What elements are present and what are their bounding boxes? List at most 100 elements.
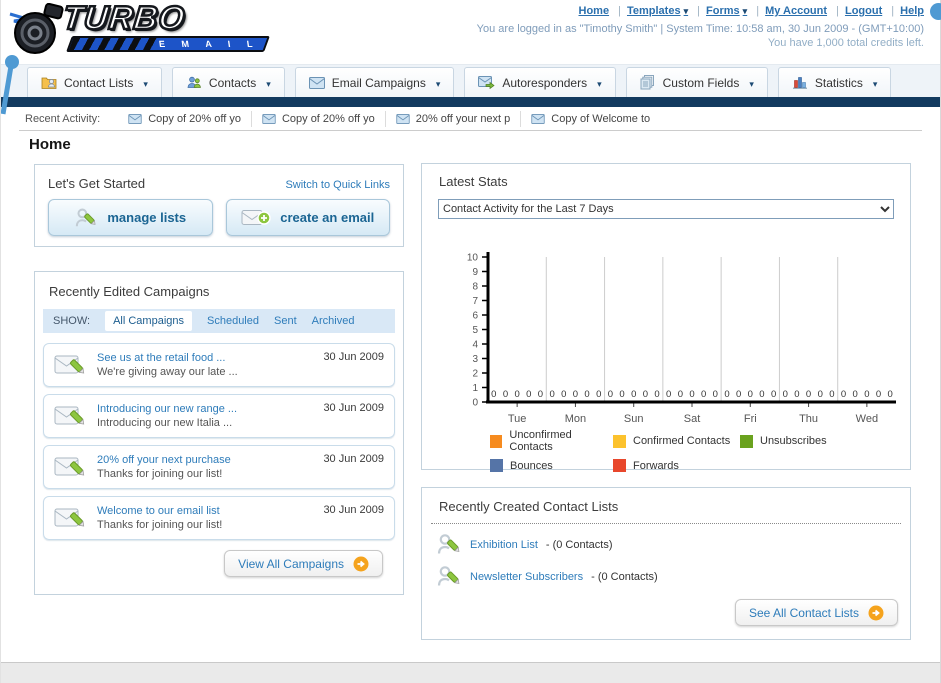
tab-autoresponders[interactable]: Autoresponders [464,67,616,97]
tab-email-campaigns[interactable]: Email Campaigns [294,67,455,97]
campaign-subtitle: Thanks for joining our list! [97,519,223,531]
campaign-subtitle: Introducing our new Italia ... [97,417,233,429]
legend-item: Bounces [490,459,613,472]
svg-text:0: 0 [841,389,846,400]
recent-campaigns-panel: Recently Edited Campaigns SHOW: All Camp… [34,271,404,595]
campaign-filter-link[interactable]: All Campaigns [105,311,192,331]
contact-list-name-link[interactable]: Newsletter Subscribers [470,571,583,583]
contact-lists-icon [41,77,57,89]
dropdown-arrow-icon [870,76,878,90]
campaign-row[interactable]: 20% off your next purchase Thanks for jo… [43,445,395,489]
nav-separator: | [697,5,701,17]
envelope-icon [128,113,142,124]
email-campaigns-icon [308,76,325,89]
campaign-date: 30 Jun 2009 [323,453,384,465]
logo-wordmark: TURBO [60,0,189,37]
header-nav-link[interactable]: Templates [627,5,688,17]
header-nav-link[interactable]: Forms [706,5,747,17]
svg-text:0: 0 [759,389,764,400]
svg-text:Sun: Sun [624,413,644,425]
campaign-title-link[interactable]: Introducing our new range ... [97,402,314,416]
campaign-filter-link[interactable]: Scheduled [207,315,259,327]
header-nav-link[interactable]: Help [900,5,924,17]
svg-text:0: 0 [689,389,694,400]
svg-text:0: 0 [748,389,753,400]
header-nav-link[interactable]: Logout [845,5,882,17]
see-all-contact-lists-button[interactable]: See All Contact Lists [734,599,898,626]
campaign-title-link[interactable]: 20% off your next purchase [97,453,314,467]
dropdown-arrow-icon [746,76,754,90]
envelope-pencil-icon [54,406,85,425]
contact-list-row[interactable]: Exhibition List - (0 Contacts) [436,532,896,557]
legend-swatch [490,459,503,472]
manage-lists-button[interactable]: manage lists [48,199,213,236]
svg-text:Fri: Fri [744,413,757,425]
campaign-filter-link[interactable]: Archived [312,315,355,327]
envelope-pencil-icon [54,508,85,527]
campaign-date: 30 Jun 2009 [323,504,384,516]
callout-marker-left [1,55,19,115]
legend-swatch [613,459,626,472]
nav-separator: | [836,5,839,17]
chart-legend: Unconfirmed Contacts Confirmed Contacts … [490,429,910,472]
contact-list-row[interactable]: Newsletter Subscribers - (0 Contacts) [436,564,896,589]
recent-activity-label: Recent Activity: [25,112,101,125]
dropdown-arrow-icon [140,76,148,90]
svg-text:0: 0 [794,389,799,400]
header-nav-link[interactable]: My Account [765,5,827,17]
create-email-button[interactable]: create an email [225,199,390,236]
tab-custom-fields[interactable]: Custom Fields [625,67,768,97]
svg-text:0: 0 [514,389,519,400]
campaign-row[interactable]: Welcome to our email list Thanks for joi… [43,496,395,540]
svg-text:0: 0 [472,398,478,409]
custom-fields-icon [640,75,654,90]
campaign-title-link[interactable]: See us at the retail food ... [97,351,314,365]
svg-text:0: 0 [806,389,811,400]
envelope-icon [396,113,410,124]
svg-text:0: 0 [573,389,578,400]
recent-activity-item[interactable]: Copy of 20% off yo [250,110,385,127]
campaign-subtitle: Thanks for joining our list! [97,468,223,480]
svg-text:Tue: Tue [508,413,527,425]
svg-text:7: 7 [472,296,478,307]
svg-text:0: 0 [818,389,823,400]
contact-list-name-link[interactable]: Exhibition List [470,539,538,551]
footer-strip [1,663,940,683]
arrow-circle-icon [353,556,369,571]
svg-text:0: 0 [713,389,718,400]
tab-contacts[interactable]: Contacts [171,67,285,97]
dropdown-arrow-icon [433,76,441,90]
tab-statistics[interactable]: Statistics [777,67,892,97]
recent-activity-item[interactable]: 20% off your next p [384,110,521,127]
svg-text:0: 0 [888,389,893,400]
svg-text:Sat: Sat [684,413,701,425]
stats-period-select[interactable]: Contact Activity for the Last 7 Days [438,199,894,219]
tab-contact-lists[interactable]: Contact Lists [27,67,162,97]
dropdown-arrow-icon [263,76,271,90]
recent-campaigns-title: Recently Edited Campaigns [49,284,210,299]
recent-activity-item[interactable]: Copy of 20% off yo [118,111,251,127]
svg-text:0: 0 [619,389,624,400]
switch-quick-links-link[interactable]: Switch to Quick Links [285,179,390,191]
svg-text:0: 0 [771,389,776,400]
view-all-campaigns-button[interactable]: View All Campaigns [224,550,383,577]
login-status: You are logged in as "Timothy Smith" | S… [476,23,924,35]
campaign-title-link[interactable]: Welcome to our email list [97,504,314,518]
contact-list: Exhibition List - (0 Contacts) Newslette… [422,524,910,589]
campaign-row[interactable]: Introducing our new range ... Introducin… [43,394,395,438]
svg-text:0: 0 [526,389,531,400]
campaign-filter-bar: SHOW: All Campaigns Scheduled Sent Archived [43,309,395,333]
main-content: Home Let's Get Started Switch to Quick L… [1,131,940,663]
contacts-icon [187,76,201,88]
header-nav-link[interactable]: Home [579,5,610,17]
recent-activity-item[interactable]: Copy of Welcome to [520,110,660,127]
legend-swatch [490,434,503,448]
campaign-filter-link[interactable]: Sent [274,315,297,327]
svg-text:6: 6 [472,311,478,322]
page-title: Home [29,136,71,153]
person-pencil-icon [437,534,460,554]
campaign-date: 30 Jun 2009 [323,351,384,363]
latest-stats-panel: Latest Stats Contact Activity for the La… [421,163,911,472]
svg-text:Thu: Thu [799,413,818,425]
campaign-row[interactable]: See us at the retail food ... We're givi… [43,343,395,387]
